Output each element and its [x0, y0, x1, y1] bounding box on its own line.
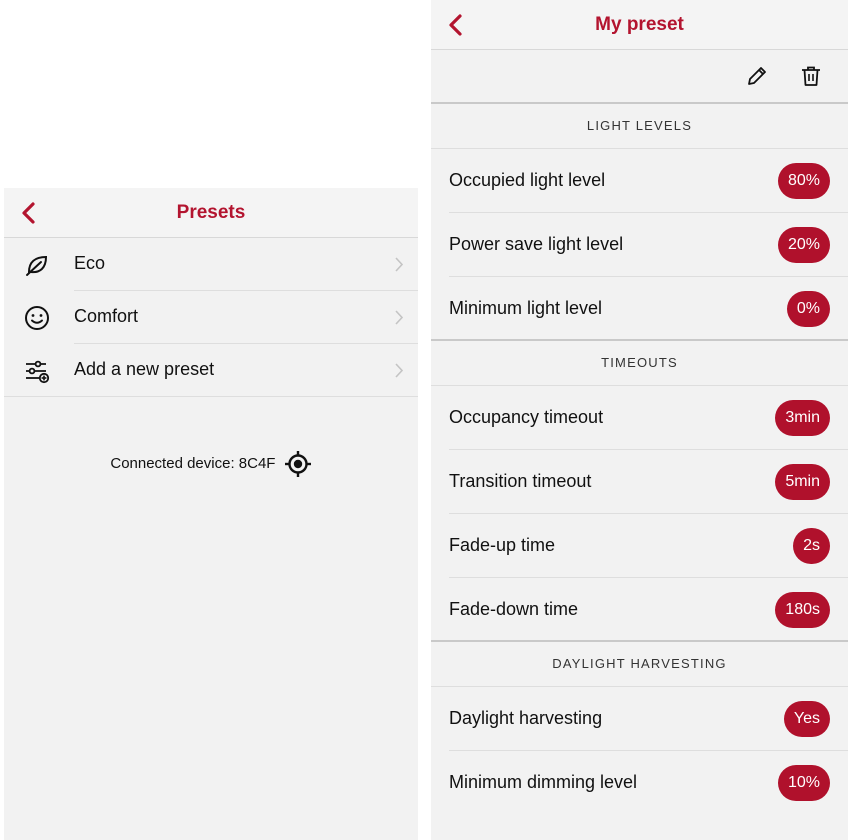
leaf-icon — [26, 255, 48, 276]
setting-row[interactable]: Occupied light level 80% — [431, 149, 848, 213]
setting-row[interactable]: Fade-down time 180s — [431, 578, 848, 642]
section-header-light-levels: LIGHT LEVELS — [431, 104, 848, 149]
setting-value-badge[interactable]: 5min — [775, 464, 830, 500]
setting-value-badge[interactable]: Yes — [783, 701, 830, 737]
setting-label: Occupied light level — [449, 170, 606, 190]
presets-list: Eco Comfort Add a new preset — [4, 238, 418, 397]
setting-label: Occupancy timeout — [449, 407, 604, 427]
presets-nav-bar: Presets — [4, 188, 418, 238]
section-header-daylight-harvesting: DAYLIGHT HARVESTING — [431, 642, 848, 687]
smiley-icon — [25, 306, 49, 330]
presets-screen: Presets Eco Comfort Add a new preset Con… — [4, 188, 418, 840]
preset-detail-screen: My preset LIGHT LEVELS Occupied light le… — [431, 0, 848, 840]
setting-row[interactable]: Daylight harvesting Yes — [431, 687, 848, 751]
divider — [4, 396, 418, 397]
setting-row[interactable]: Transition timeout 5min — [431, 450, 848, 514]
preset-item-add[interactable]: Add a new preset — [4, 344, 418, 397]
chevron-right-icon — [395, 310, 404, 325]
sliders-add-icon — [26, 360, 50, 384]
setting-value-badge[interactable]: 2s — [793, 528, 830, 564]
setting-label: Fade-up time — [449, 535, 556, 555]
preset-item-label: Comfort — [74, 306, 139, 326]
device-status-text: Connected device: 8C4F — [110, 454, 276, 472]
page-title: My preset — [595, 14, 684, 35]
section-header-timeouts: TIMEOUTS — [431, 341, 848, 386]
page-title: Presets — [176, 202, 246, 223]
setting-row[interactable]: Minimum light level 0% — [431, 277, 848, 341]
setting-label: Daylight harvesting — [449, 708, 603, 728]
setting-row[interactable]: Minimum dimming level 10% — [431, 751, 848, 815]
setting-label: Minimum dimming level — [449, 772, 638, 792]
locate-device-icon[interactable] — [284, 450, 312, 478]
preset-item-label: Eco — [74, 253, 106, 273]
setting-label: Minimum light level — [449, 298, 603, 318]
preset-item-eco[interactable]: Eco — [4, 238, 418, 291]
preset-nav-bar: My preset — [431, 0, 848, 50]
preset-item-comfort[interactable]: Comfort — [4, 291, 418, 344]
setting-value-badge[interactable]: 20% — [777, 227, 830, 263]
setting-row[interactable]: Occupancy timeout 3min — [431, 386, 848, 450]
setting-value-badge[interactable]: 0% — [786, 291, 830, 327]
divider — [431, 339, 848, 341]
setting-value-badge[interactable]: 10% — [777, 765, 830, 801]
setting-row[interactable]: Fade-up time 2s — [431, 514, 848, 578]
setting-row[interactable]: Power save light level 20% — [431, 213, 848, 277]
setting-value-badge[interactable]: 80% — [777, 163, 830, 199]
chevron-right-icon — [395, 363, 404, 378]
preset-toolbar — [431, 50, 848, 104]
setting-label: Power save light level — [449, 234, 624, 254]
chevron-right-icon — [395, 257, 404, 272]
setting-label: Transition timeout — [449, 471, 592, 491]
device-status: Connected device: 8C4F — [4, 450, 418, 478]
setting-label: Fade-down time — [449, 599, 579, 619]
edit-pencil-icon[interactable] — [745, 64, 769, 88]
setting-value-badge[interactable]: 180s — [775, 592, 830, 628]
divider — [431, 640, 848, 642]
preset-item-label: Add a new preset — [74, 359, 215, 379]
trash-icon[interactable] — [799, 64, 823, 88]
setting-value-badge[interactable]: 3min — [775, 400, 830, 436]
